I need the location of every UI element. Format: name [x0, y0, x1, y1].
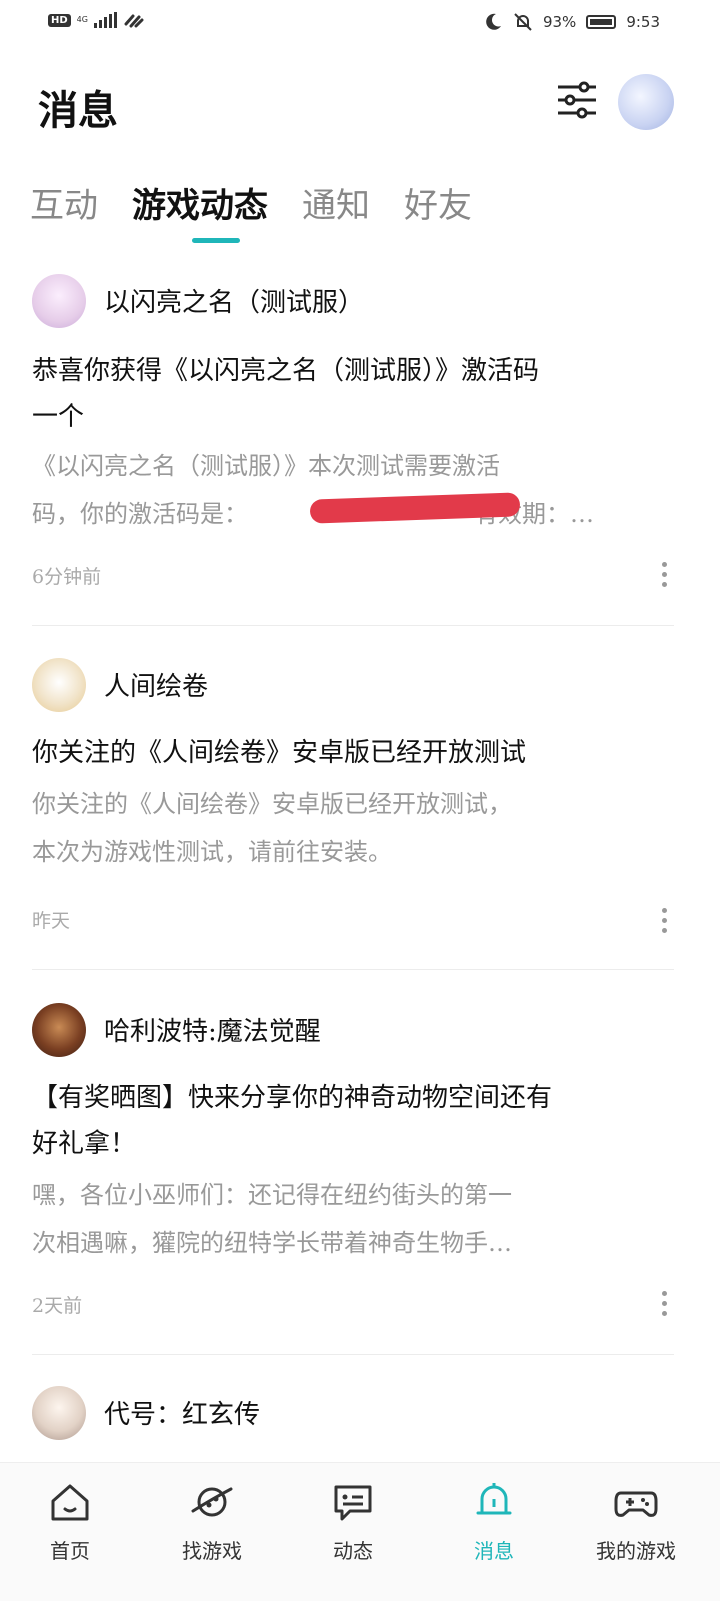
clock: 9:53: [626, 13, 660, 31]
nav-label: 动态: [333, 1539, 373, 1563]
status-bar: HD 4G 93% 9:53: [0, 0, 720, 50]
game-name[interactable]: 哈利波特:魔法觉醒: [104, 1011, 321, 1048]
nav-messages[interactable]: 消息: [444, 1479, 544, 1564]
message-body: 《以闪亮之名（测试服）》本次测试需要激活 码，你的激活码是： 有效期：…: [32, 442, 594, 538]
message-body-line: 你关注的《人间绘卷》安卓版已经开放测试，: [32, 790, 512, 818]
bell-icon: [476, 1483, 512, 1515]
nav-label: 首页: [50, 1539, 90, 1563]
tab-notifications[interactable]: 通知: [302, 178, 370, 227]
nav-home[interactable]: 首页: [20, 1479, 120, 1564]
nav-find-games[interactable]: 找游戏: [162, 1479, 262, 1564]
message-title: 恭喜你获得《以闪亮之名（测试服）》激活码 一个: [32, 348, 539, 440]
message-body-line: 嘿，各位小巫师们：还记得在纽约街头的第一: [32, 1181, 512, 1209]
message-title-line: 好礼拿！: [32, 1129, 137, 1159]
message-title-line: 恭喜你获得《以闪亮之名（测试服）》激活码: [32, 356, 540, 386]
message-title-line: 你关注的《人间绘卷》安卓版已经开放测试: [32, 738, 527, 768]
game-avatar[interactable]: [32, 1386, 86, 1440]
tab-interaction[interactable]: 互动: [30, 178, 98, 227]
message-body: 嘿，各位小巫师们：还记得在纽约街头的第一 次相遇嘛，獾院的纽特学长带着神奇生物手…: [32, 1171, 512, 1267]
network-type: 4G: [76, 15, 88, 24]
message-card[interactable]: 人间绘卷 你关注的《人间绘卷》安卓版已经开放测试 你关注的《人间绘卷》安卓版已经…: [32, 658, 674, 970]
nav-label: 消息: [474, 1539, 514, 1563]
divider: [32, 625, 674, 626]
game-avatar[interactable]: [32, 274, 86, 328]
signal-icon: [93, 12, 117, 28]
game-name[interactable]: 人间绘卷: [104, 666, 208, 703]
more-options-icon[interactable]: [662, 562, 668, 587]
nav-label: 我的游戏: [596, 1539, 676, 1563]
mute-bell-icon: [514, 13, 532, 31]
tab-bar: 互动 游戏动态 通知 好友: [30, 178, 506, 227]
message-title-line: 【有奖晒图】快来分享你的神奇动物空间还有: [32, 1083, 553, 1113]
battery-icon: [586, 15, 617, 29]
nav-label: 找游戏: [182, 1539, 242, 1563]
more-options-icon[interactable]: [662, 1291, 668, 1316]
more-options-icon[interactable]: [662, 908, 668, 933]
planet-icon: [191, 1487, 233, 1517]
divider: [32, 969, 674, 970]
timestamp: 6分钟前: [32, 566, 102, 588]
message-body-line: 次相遇嘛，獾院的纽特学长带着神奇生物手…: [32, 1229, 512, 1257]
message-body-line: 本次为游戏性测试，请前往安装。: [32, 838, 392, 866]
divider: [32, 1354, 674, 1355]
game-name[interactable]: 以闪亮之名（测试服）: [104, 282, 364, 319]
game-name[interactable]: 代号：红玄传: [104, 1394, 260, 1431]
message-card[interactable]: 以闪亮之名（测试服） 恭喜你获得《以闪亮之名（测试服）》激活码 一个 《以闪亮之…: [32, 274, 674, 626]
message-card[interactable]: 哈利波特:魔法觉醒 【有奖晒图】快来分享你的神奇动物空间还有 好礼拿！ 嘿，各位…: [32, 1003, 674, 1355]
timestamp: 昨天: [32, 910, 71, 932]
battery-percent: 93%: [542, 13, 577, 31]
message-body-line: 《以闪亮之名（测试服）》本次测试需要激活: [32, 452, 500, 480]
wifi-icon: [124, 14, 144, 28]
moon-icon: [486, 13, 501, 30]
message-title: 你关注的《人间绘卷》安卓版已经开放测试: [32, 730, 526, 776]
user-avatar[interactable]: [618, 74, 674, 130]
timestamp: 2天前: [32, 1295, 83, 1317]
gamepad-icon: [614, 1491, 658, 1517]
bottom-nav: 首页 找游戏 动态 消息 我的游戏: [0, 1462, 720, 1601]
page-title: 消息: [38, 87, 118, 134]
home-icon: [51, 1484, 89, 1521]
message-title: 【有奖晒图】快来分享你的神奇动物空间还有 好礼拿！: [32, 1075, 552, 1167]
message-card[interactable]: 代号：红玄传: [32, 1386, 674, 1456]
nav-feed[interactable]: 动态: [303, 1479, 403, 1564]
message-body: 你关注的《人间绘卷》安卓版已经开放测试， 本次为游戏性测试，请前往安装。: [32, 780, 512, 876]
filter-settings-icon[interactable]: [556, 80, 598, 120]
tab-game-news[interactable]: 游戏动态: [132, 178, 268, 227]
game-avatar[interactable]: [32, 1003, 86, 1057]
tab-friends[interactable]: 好友: [404, 178, 472, 227]
message-icon: [334, 1485, 372, 1521]
game-avatar[interactable]: [32, 658, 86, 712]
hd-badge: HD: [48, 13, 71, 27]
message-title-line: 一个: [32, 402, 85, 432]
nav-my-games[interactable]: 我的游戏: [586, 1479, 686, 1564]
active-tab-indicator: [192, 238, 240, 243]
